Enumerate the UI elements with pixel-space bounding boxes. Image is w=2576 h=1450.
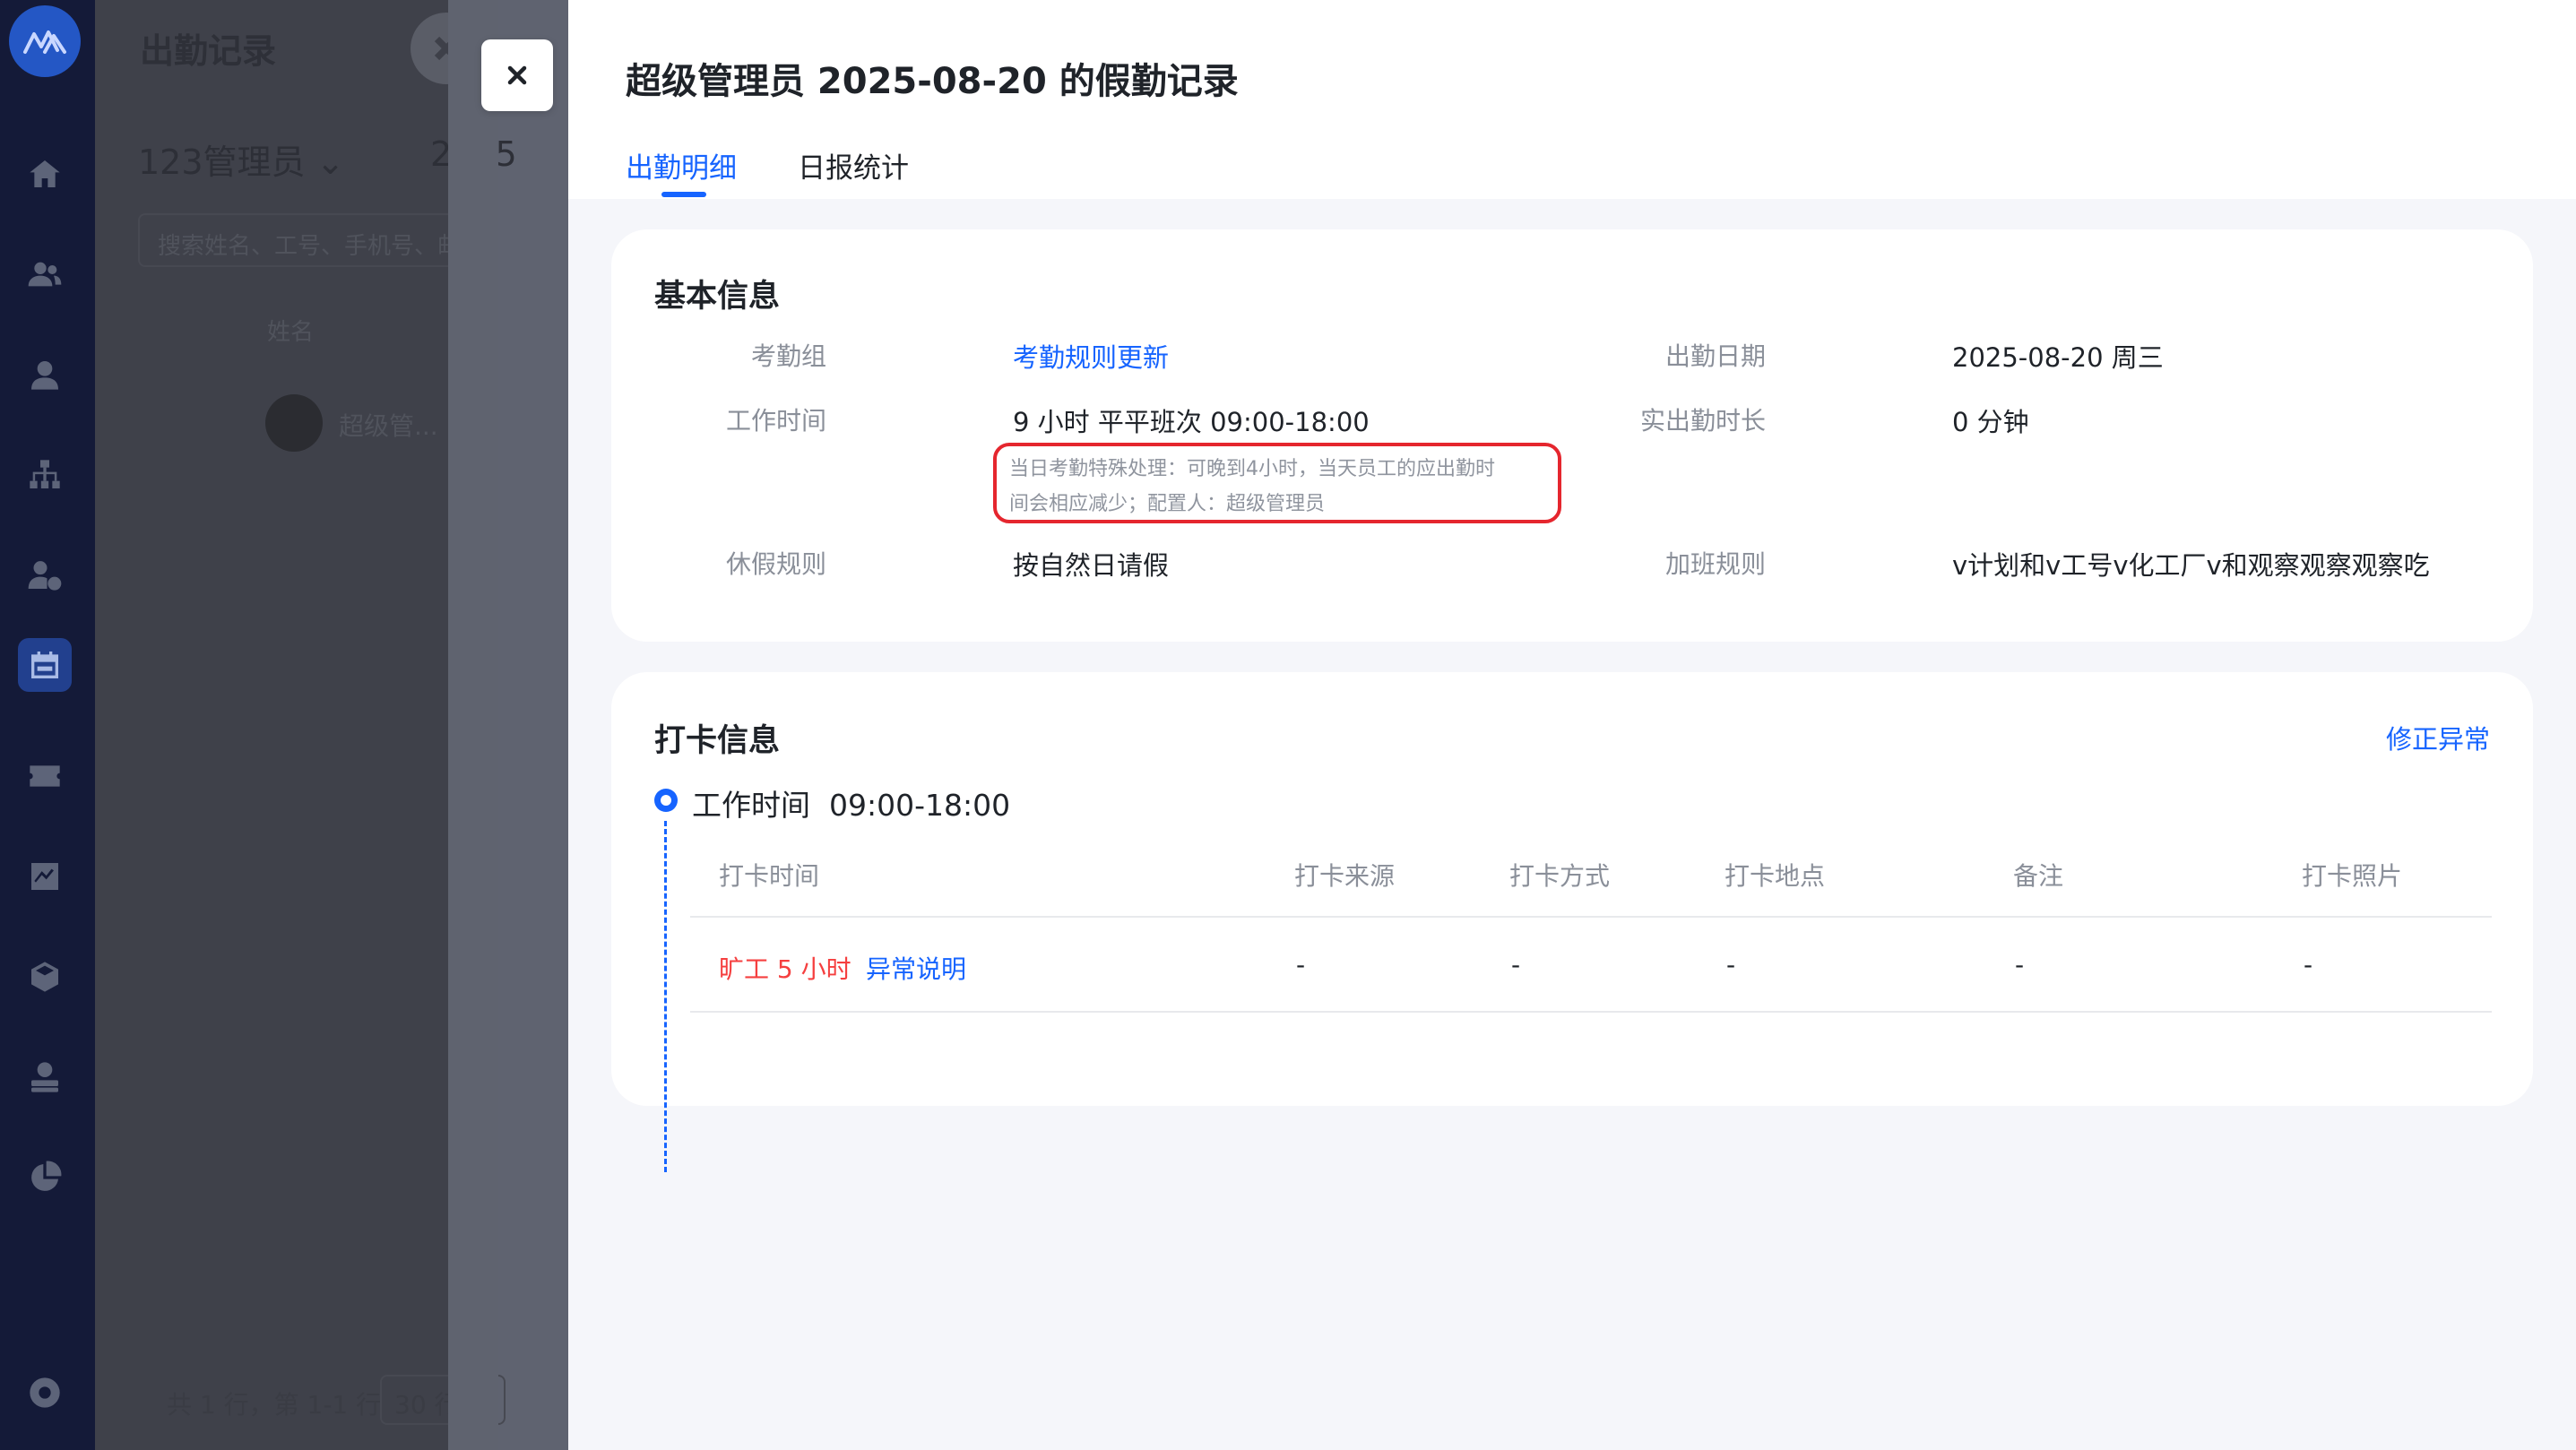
team-icon[interactable] — [18, 247, 72, 301]
drawer-title: 超级管理员 2025-08-20 的假勤记录 — [626, 61, 1239, 102]
overtime-rule-value: v计划和v工号v化工厂v和观察观察观察吃 — [1952, 550, 2430, 581]
settings-icon[interactable] — [18, 1366, 72, 1420]
group-label: 考勤组 — [750, 341, 826, 371]
user-settings-icon[interactable] — [18, 548, 72, 602]
exception-explain-link[interactable]: 异常说明 — [866, 950, 966, 986]
col-punch-location: 打卡地点 — [1725, 861, 1826, 891]
worktime-label: 工作时间 — [725, 406, 826, 436]
page-title: 出勤记录 — [140, 31, 277, 71]
user-stack-icon[interactable] — [18, 1050, 72, 1104]
pie-icon[interactable] — [18, 1151, 72, 1204]
ticket-icon[interactable] — [18, 749, 72, 803]
col-punch-source: 打卡来源 — [1294, 861, 1396, 891]
cell-method: - — [1511, 950, 1521, 980]
row-divider — [690, 1011, 2492, 1013]
work-time-value: 09:00-18:00 — [828, 788, 1011, 823]
punch-info-title: 打卡信息 — [654, 723, 781, 759]
user-icon[interactable] — [18, 348, 72, 401]
special-handling-note: 当日考勤特殊处理：可晚到4小时，当天员工的应出勤时 间会相应减少；配置人：超级管… — [993, 443, 1561, 523]
pagination-summary: 共 1 行，第 1-1 行 — [167, 1390, 382, 1420]
date-value: 2025-08-20 周三 — [1952, 342, 2164, 373]
col-remark: 备注 — [2013, 861, 2064, 891]
box-icon[interactable] — [18, 950, 72, 1004]
background-strip — [448, 0, 498, 1450]
search-input: 搜索姓名、工号、手机号、邮箱 — [138, 213, 497, 267]
actual-duration-value: 0 分钟 — [1952, 407, 2029, 437]
cell-location: - — [1726, 950, 1736, 980]
leave-rule-label: 休假规则 — [725, 549, 826, 579]
cell-photo: - — [2304, 950, 2313, 980]
cell-remark: - — [2015, 950, 2025, 980]
col-punch-time: 打卡时间 — [719, 861, 820, 891]
leave-rule-value: 按自然日请假 — [1013, 550, 1170, 581]
tab-attendance-detail[interactable]: 出勤明细 — [626, 145, 737, 186]
attendance-drawer: 超级管理员 2025-08-20 的假勤记录 出勤明细 日报统计 基本信息 考勤… — [568, 0, 2576, 1450]
worktime-value: 9 小时 平平班次 09:00-18:00 — [1013, 407, 1370, 437]
cell-source: - — [1296, 950, 1306, 980]
close-icon — [507, 65, 527, 85]
special-note-line1: 当日考勤特殊处理：可晚到4小时，当天员工的应出勤时 — [1009, 458, 1495, 480]
logo-icon[interactable] — [9, 5, 81, 77]
org-icon[interactable] — [18, 448, 72, 502]
avatar — [265, 394, 323, 452]
drawer-header: 超级管理员 2025-08-20 的假勤记录 出勤明细 日报统计 — [568, 0, 2576, 199]
date-label: 出勤日期 — [1664, 341, 1766, 371]
timeline-dot-icon — [654, 789, 678, 812]
col-punch-method: 打卡方式 — [1509, 861, 1611, 891]
tab-active-indicator — [661, 192, 706, 197]
user-select: 123管理员 ⌄ — [138, 142, 345, 182]
special-note-line2: 间会相应减少；配置人：超级管理员 — [1009, 493, 1326, 515]
absence-status: 旷工 5 小时 — [719, 954, 851, 984]
basic-info-card: 基本信息 考勤组 考勤规则更新 出勤日期 2025-08-20 周三 工作时间 … — [611, 229, 2533, 642]
basic-info-title: 基本信息 — [654, 279, 781, 315]
attendance-group-link[interactable]: 考勤规则更新 — [1013, 337, 1169, 375]
punch-info-card: 打卡信息 修正异常 工作时间 09:00-18:00 打卡时间 打卡来源 打卡方… — [611, 672, 2533, 1172]
tab-daily-report[interactable]: 日报统计 — [798, 145, 909, 186]
overtime-rule-label: 加班规则 — [1664, 549, 1766, 579]
chart-box-icon[interactable] — [18, 850, 72, 903]
home-icon[interactable] — [18, 147, 72, 201]
drawer-close-button[interactable] — [481, 39, 553, 111]
work-time-heading: 工作时间 09:00-18:00 — [692, 781, 1010, 824]
background-page: 出勤记录 123管理员 ⌄ 2025 搜索姓名、工号、手机号、邮箱 姓名 超级管… — [95, 0, 517, 1450]
timeline-line — [664, 821, 667, 1172]
actual-duration-label: 实出勤时长 — [1639, 406, 1766, 436]
header-divider — [690, 916, 2492, 918]
column-header-name: 姓名 — [267, 319, 315, 346]
col-punch-photo: 打卡照片 — [2302, 861, 2403, 891]
calendar-icon[interactable] — [18, 638, 72, 692]
fix-exception-link[interactable]: 修正异常 — [2386, 719, 2490, 756]
work-time-label: 工作时间 — [692, 788, 810, 823]
row-name: 超级管... — [339, 411, 438, 441]
nav-rail — [0, 0, 95, 1450]
